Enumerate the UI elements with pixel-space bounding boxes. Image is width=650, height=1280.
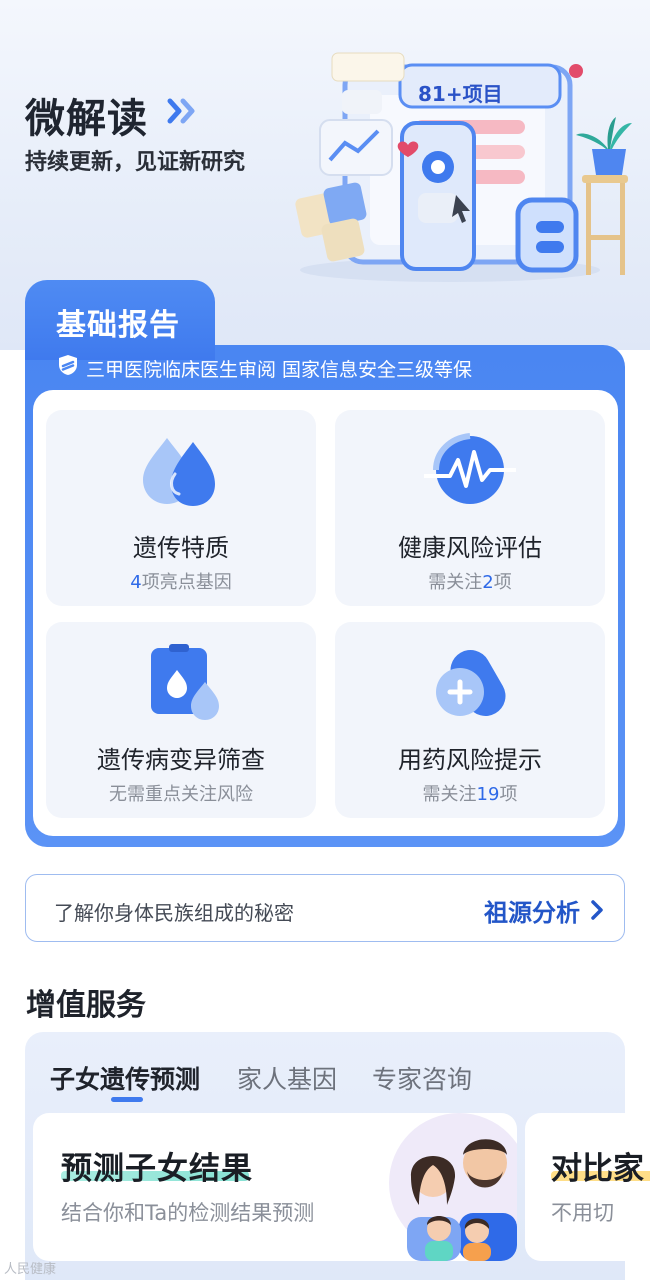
tile-genetic-traits[interactable]: 遗传特质 4项亮点基因 xyxy=(46,410,316,606)
service-card-description: 结合你和Ta的检测结果预测 xyxy=(61,1201,315,1225)
clipboard-drop-icon xyxy=(151,644,219,720)
tile-title: 用药风险提示 xyxy=(398,746,542,774)
tile-subtitle: 4项亮点基因 xyxy=(130,572,232,593)
pill-plus-icon xyxy=(436,650,506,716)
shield-check-icon xyxy=(59,355,77,375)
heartbeat-icon xyxy=(424,433,516,504)
tile-disease-screening[interactable]: 遗传病变异筛查 无需重点关注风险 xyxy=(46,622,316,818)
tab-expert-consult[interactable]: 专家咨询 xyxy=(372,1060,472,1096)
chevron-right-icon xyxy=(591,900,603,920)
services-heading: 增值服务 xyxy=(26,988,146,1023)
tile-health-risk[interactable]: 健康风险评估 需关注2项 xyxy=(335,410,605,606)
page-title: 微解读 xyxy=(25,96,148,142)
service-card-title: 预测子女结果 xyxy=(61,1151,253,1187)
report-grid: 遗传特质 4项亮点基因 健康风险评估 需关注2项 遗传病变异筛查 无需重点关注风… xyxy=(33,390,618,836)
family-illustration xyxy=(389,1113,517,1261)
tab-child-prediction[interactable]: 子女遗传预测 xyxy=(50,1060,200,1096)
service-card-compare[interactable]: 对比家 不用切 xyxy=(525,1113,650,1261)
ancestry-description: 了解你身体民族组成的秘密 xyxy=(54,901,294,925)
tile-medication-risk[interactable]: 用药风险提示 需关注19项 xyxy=(335,622,605,818)
water-drops-icon xyxy=(143,438,215,506)
service-card-description: 不用切 xyxy=(551,1201,614,1225)
ancestry-analysis-link[interactable]: 祖源分析 xyxy=(484,893,580,928)
project-count-badge: 81+项目 xyxy=(418,82,503,106)
tile-title: 健康风险评估 xyxy=(398,534,542,562)
tab-family-genes[interactable]: 家人基因 xyxy=(237,1060,337,1096)
tile-title: 遗传病变异筛查 xyxy=(97,746,265,774)
tile-subtitle: 需关注19项 xyxy=(422,784,518,805)
double-chevron-right-icon[interactable] xyxy=(166,96,200,126)
tile-title: 遗传特质 xyxy=(133,534,229,562)
watermark: 人民健康 xyxy=(4,1262,57,1277)
service-card-predict-children[interactable]: 预测子女结果 结合你和Ta的检测结果预测 xyxy=(33,1113,517,1261)
basic-report-title: 基础报告 xyxy=(56,308,180,343)
ancestry-analysis-bar[interactable]: 了解你身体民族组成的秘密 祖源分析 xyxy=(25,874,625,942)
certification-text: 三甲医院临床医生审阅 国家信息安全三级等保 xyxy=(86,359,473,381)
tile-subtitle: 无需重点关注风险 xyxy=(109,784,253,805)
active-tab-indicator xyxy=(111,1097,143,1102)
tile-subtitle: 需关注2项 xyxy=(428,572,512,593)
service-card-title: 对比家 xyxy=(551,1151,644,1187)
hero-subtitle: 持续更新，见证新研究 xyxy=(25,150,246,175)
